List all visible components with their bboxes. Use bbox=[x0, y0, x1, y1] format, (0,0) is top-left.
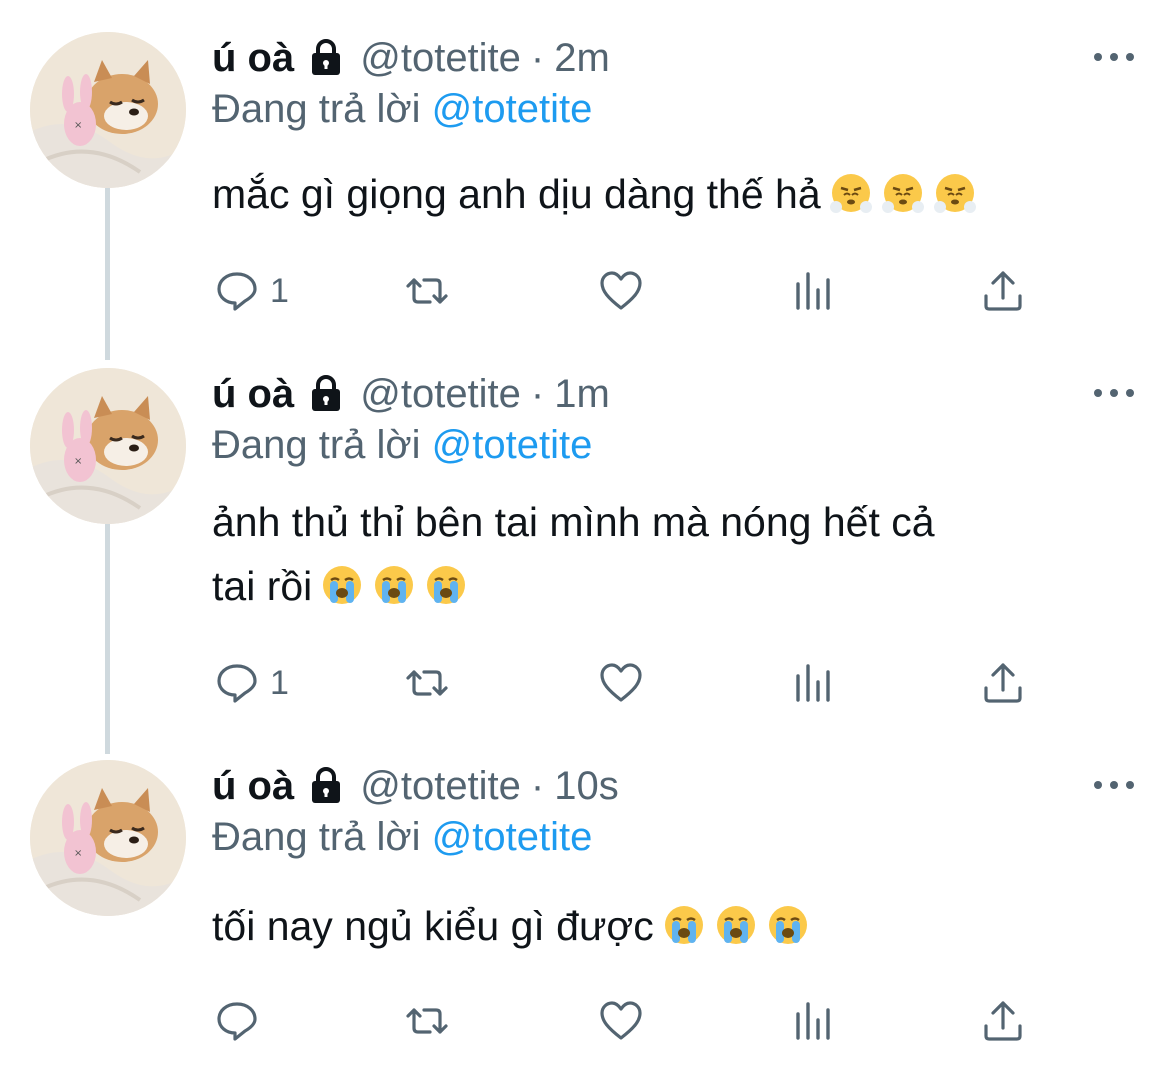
share-button[interactable] bbox=[980, 996, 1026, 1046]
more-options-icon[interactable] bbox=[1094, 378, 1134, 408]
tweet[interactable]: × ú oà @totetite · 1m Đang trả lời @tote… bbox=[0, 368, 1170, 760]
display-name[interactable]: ú oà bbox=[212, 764, 294, 809]
loudly-crying-face-emoji bbox=[372, 563, 416, 607]
loudly-crying-face-emoji bbox=[662, 903, 706, 947]
tweet-text: tối nay ngủ kiểu gì được bbox=[212, 894, 1132, 958]
reply-button[interactable]: 1 bbox=[214, 658, 289, 708]
tweet[interactable]: × ú oà @totetite · 2m Đang trả lời @tote… bbox=[0, 32, 1170, 424]
tweet-header: ú oà @totetite · 1m bbox=[212, 368, 610, 420]
replying-to-handle[interactable]: @totetite bbox=[432, 87, 593, 131]
avatar[interactable]: × bbox=[30, 760, 186, 916]
replying-to: Đang trả lời @totetite bbox=[212, 423, 592, 468]
retweet-button[interactable] bbox=[404, 996, 450, 1046]
avatar[interactable]: × bbox=[30, 32, 186, 188]
tweet-header: ú oà @totetite · 10s bbox=[212, 760, 619, 812]
reply-button[interactable] bbox=[214, 996, 270, 1046]
replying-to-label: Đang trả lời bbox=[212, 815, 421, 859]
user-handle[interactable]: @totetite bbox=[360, 372, 521, 417]
reply-count: 1 bbox=[270, 663, 289, 702]
like-button[interactable] bbox=[598, 996, 644, 1046]
tweet-text-content: mắc gì giọng anh dịu dàng thế hả bbox=[212, 171, 821, 217]
replying-to-handle[interactable]: @totetite bbox=[432, 815, 593, 859]
tweet[interactable]: × ú oà @totetite · 10s Đang trả lời @tot… bbox=[0, 760, 1170, 1060]
more-options-icon[interactable] bbox=[1094, 770, 1134, 800]
analytics-button[interactable] bbox=[790, 996, 836, 1046]
user-handle[interactable]: @totetite bbox=[360, 764, 521, 809]
like-button[interactable] bbox=[598, 266, 644, 316]
share-icon bbox=[984, 271, 1022, 311]
loudly-crying-face-emoji bbox=[424, 563, 468, 607]
reply-icon bbox=[217, 272, 257, 311]
analytics-button[interactable] bbox=[790, 266, 836, 316]
tweet-header: ú oà @totetite · 2m bbox=[212, 32, 610, 84]
user-handle[interactable]: @totetite bbox=[360, 36, 521, 81]
analytics-icon bbox=[796, 664, 830, 702]
display-name[interactable]: ú oà bbox=[212, 372, 294, 417]
heart-icon bbox=[600, 663, 642, 702]
lock-icon bbox=[312, 767, 341, 803]
timestamp[interactable]: 1m bbox=[554, 372, 610, 417]
retweet-icon bbox=[406, 1008, 448, 1034]
reply-count: 1 bbox=[270, 271, 289, 310]
replying-to-handle[interactable]: @totetite bbox=[432, 423, 593, 467]
tweet-text: ảnh thủ thỉ bên tai mình mà nóng hết cả … bbox=[212, 490, 1132, 618]
analytics-icon bbox=[796, 1002, 830, 1040]
avatar-image: × bbox=[30, 368, 186, 524]
share-icon bbox=[984, 663, 1022, 703]
timestamp[interactable]: 10s bbox=[554, 764, 619, 809]
like-button[interactable] bbox=[598, 658, 644, 708]
reply-icon bbox=[217, 1002, 257, 1041]
reply-icon bbox=[217, 664, 257, 703]
timestamp[interactable]: 2m bbox=[554, 36, 610, 81]
loudly-crying-face-emoji bbox=[766, 903, 810, 947]
face-with-steam-emoji bbox=[881, 171, 925, 215]
tweet-actions: 1 bbox=[212, 266, 1112, 316]
tweet-text-line-2: tai rồi bbox=[212, 554, 1132, 618]
analytics-button[interactable] bbox=[790, 658, 836, 708]
tweet-text-content: tối nay ngủ kiểu gì được bbox=[212, 903, 654, 949]
avatar[interactable]: × bbox=[30, 368, 186, 524]
lock-icon bbox=[312, 375, 341, 411]
more-options-icon[interactable] bbox=[1094, 42, 1134, 72]
svg-text:×: × bbox=[74, 120, 82, 131]
replying-to-label: Đang trả lời bbox=[212, 87, 421, 131]
display-name[interactable]: ú oà bbox=[212, 36, 294, 81]
replying-to-label: Đang trả lời bbox=[212, 423, 421, 467]
replying-to: Đang trả lời @totetite bbox=[212, 87, 592, 132]
tweet-text: mắc gì giọng anh dịu dàng thế hả bbox=[212, 162, 1132, 226]
retweet-icon bbox=[406, 670, 448, 696]
share-icon bbox=[984, 1001, 1022, 1041]
tweet-text-content: tai rồi bbox=[212, 563, 313, 609]
avatar-image: × bbox=[30, 760, 186, 916]
heart-icon bbox=[600, 271, 642, 310]
loudly-crying-face-emoji bbox=[320, 563, 364, 607]
tweet-text-line: ảnh thủ thỉ bên tai mình mà nóng hết cả bbox=[212, 499, 935, 545]
tweet-actions bbox=[212, 996, 1112, 1046]
svg-text:×: × bbox=[74, 456, 82, 467]
retweet-icon bbox=[406, 278, 448, 304]
lock-icon bbox=[312, 39, 341, 75]
reply-button[interactable]: 1 bbox=[214, 266, 289, 316]
avatar-image: × bbox=[30, 32, 186, 188]
retweet-button[interactable] bbox=[404, 266, 450, 316]
face-with-steam-emoji bbox=[933, 171, 977, 215]
share-button[interactable] bbox=[980, 658, 1026, 708]
tweet-actions: 1 bbox=[212, 658, 1112, 708]
share-button[interactable] bbox=[980, 266, 1026, 316]
replying-to: Đang trả lời @totetite bbox=[212, 815, 592, 860]
separator-dot: · bbox=[530, 763, 545, 808]
separator-dot: · bbox=[530, 371, 545, 416]
face-with-steam-emoji bbox=[829, 171, 873, 215]
heart-icon bbox=[600, 1001, 642, 1040]
svg-text:×: × bbox=[74, 848, 82, 859]
retweet-button[interactable] bbox=[404, 658, 450, 708]
loudly-crying-face-emoji bbox=[714, 903, 758, 947]
separator-dot: · bbox=[530, 35, 545, 80]
analytics-icon bbox=[796, 272, 830, 310]
